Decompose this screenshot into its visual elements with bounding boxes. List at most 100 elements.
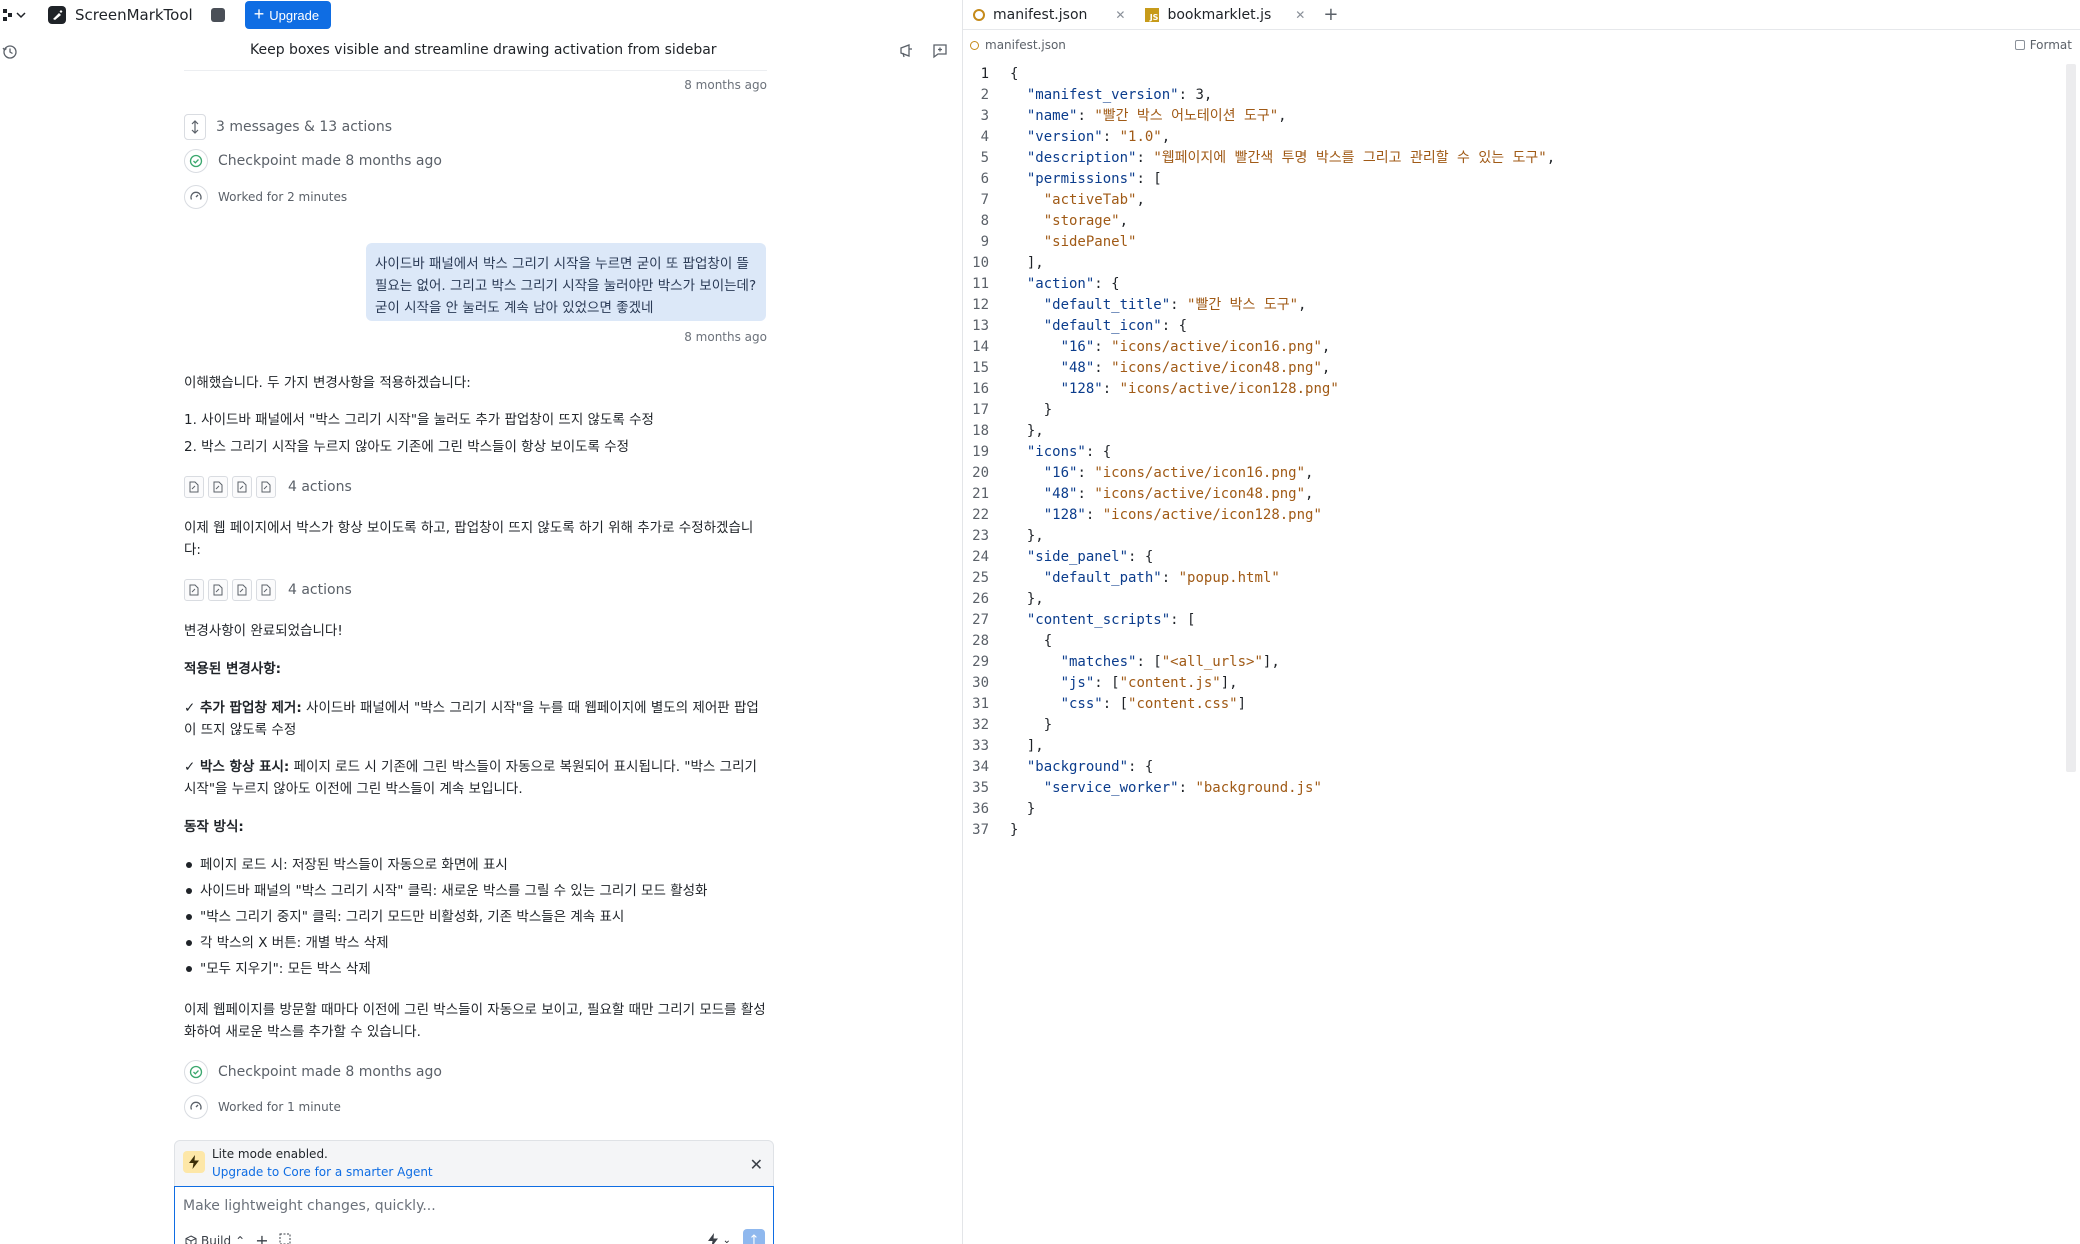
select-element-icon[interactable]: [279, 1233, 291, 1244]
chat-title-actions: [898, 42, 949, 60]
code-line[interactable]: 32 }: [963, 715, 2063, 736]
close-tab-icon[interactable]: ✕: [1115, 8, 1125, 22]
app-menu-button[interactable]: [2, 3, 32, 27]
code-line[interactable]: 4 "version": "1.0",: [963, 127, 2063, 148]
code-line[interactable]: 8 "storage",: [963, 211, 2063, 232]
code-line[interactable]: 17 }: [963, 400, 2063, 421]
code-line[interactable]: 35 "service_worker": "background.js": [963, 778, 2063, 799]
worked-row[interactable]: Worked for 2 minutes: [184, 185, 347, 209]
lite-mode-toggle[interactable]: ⌄: [707, 1233, 731, 1244]
lite-mode-title: Lite mode enabled.: [212, 1147, 328, 1161]
upgrade-button[interactable]: + Upgrade: [244, 1, 332, 29]
checkpoint-icon: [184, 1060, 208, 1084]
code-line[interactable]: 31 "css": ["content.css"]: [963, 694, 2063, 715]
code-line[interactable]: 11 "action": {: [963, 274, 2063, 295]
applied-heading-text: 적용된 변경사항:: [184, 661, 282, 677]
line-number: 28: [972, 633, 989, 649]
json-file-icon: [970, 40, 979, 50]
code-text: "css": ["content.css"]: [1060, 696, 1247, 712]
code-line[interactable]: 20 "16": "icons/active/icon16.png",: [963, 463, 2063, 484]
close-icon[interactable]: ✕: [750, 1155, 763, 1174]
code-line[interactable]: 24 "side_panel": {: [963, 547, 2063, 568]
code-line[interactable]: 14 "16": "icons/active/icon16.png",: [963, 337, 2063, 358]
line-number: 4: [980, 129, 989, 145]
tab-manifest-json[interactable]: manifest.json ✕: [963, 0, 1136, 29]
code-line[interactable]: 34 "background": {: [963, 757, 2063, 778]
format-button[interactable]: Format: [2014, 38, 2072, 52]
code-line[interactable]: 29 "matches": ["<all_urls>"],: [963, 652, 2063, 673]
code-line[interactable]: 25 "default_path": "popup.html": [963, 568, 2063, 589]
summary-row[interactable]: 3 messages & 13 actions: [184, 114, 392, 140]
code-line[interactable]: 26 },: [963, 589, 2063, 610]
new-tab-button[interactable]: +: [1315, 0, 1346, 29]
code-line[interactable]: 27 "content_scripts": [: [963, 610, 2063, 631]
code-text: "manifest_version": 3,: [1026, 87, 1213, 103]
code-line[interactable]: 3 "name": "빨간 박스 어노테이션 도구",: [963, 106, 2063, 127]
code-line[interactable]: 28 {: [963, 631, 2063, 652]
plus-icon[interactable]: +: [255, 1231, 268, 1244]
code-line[interactable]: 10 ],: [963, 253, 2063, 274]
code-text: "action": {: [1026, 276, 1120, 292]
code-line[interactable]: 30 "js": ["content.js"],: [963, 673, 2063, 694]
breadcrumb-label: manifest.json: [985, 38, 1066, 52]
code-text: "permissions": [: [1026, 171, 1162, 187]
code-text: "storage",: [1043, 213, 1129, 229]
code-text: },: [1010, 591, 1044, 607]
code-line[interactable]: 37}: [963, 820, 2063, 841]
worked-text: Worked for 2 minutes: [218, 190, 348, 204]
tab-bookmarklet-js[interactable]: JS bookmarklet.js ✕: [1135, 0, 1315, 29]
line-number: 11: [972, 276, 989, 292]
chevron-up-icon: ⌃: [235, 1233, 246, 1244]
actions-count: 4 actions: [288, 582, 352, 598]
checkpoint-row[interactable]: Checkpoint made 8 months ago: [184, 1060, 442, 1084]
project-selector[interactable]: ScreenMarkTool: [48, 3, 193, 27]
line-number: 29: [972, 654, 989, 670]
new-chat-icon[interactable]: [931, 42, 949, 60]
line-number: 3: [980, 108, 989, 124]
close-tab-icon[interactable]: ✕: [1295, 8, 1305, 22]
code-line[interactable]: 5 "description": "웹페이지에 빨간색 투명 박스를 그리고 관…: [963, 148, 2063, 169]
code-editor[interactable]: 1{2 "manifest_version": 3, 3 "name": "빨간 …: [963, 64, 2063, 841]
line-number: 35: [972, 780, 989, 796]
breadcrumb: manifest.json: [970, 38, 1066, 52]
line-number: 34: [972, 759, 989, 775]
code-line[interactable]: 16 "128": "icons/active/icon128.png": [963, 379, 2063, 400]
code-line[interactable]: 13 "default_icon": {: [963, 316, 2063, 337]
format-icon: [2014, 40, 2025, 50]
code-line[interactable]: 6 "permissions": [: [963, 169, 2063, 190]
editor-scrollbar[interactable]: [2066, 64, 2076, 772]
code-line[interactable]: 12 "default_title": "빨간 박스 도구",: [963, 295, 2063, 316]
line-number: 16: [972, 381, 989, 397]
code-line[interactable]: 9 "sidePanel": [963, 232, 2063, 253]
chat-input-box: Build ⌃ + ⌄ ↑: [174, 1186, 774, 1244]
code-line[interactable]: 2 "manifest_version": 3,: [963, 85, 2063, 106]
code-line[interactable]: 33 ],: [963, 736, 2063, 757]
line-number: 37: [972, 822, 989, 838]
chat-input[interactable]: [183, 1195, 743, 1217]
stop-icon[interactable]: [210, 8, 225, 22]
actions-group[interactable]: 4 actions: [184, 476, 352, 498]
code-line[interactable]: 19 "icons": {: [963, 442, 2063, 463]
code-line[interactable]: 21 "48": "icons/active/icon48.png",: [963, 484, 2063, 505]
line-number: 6: [980, 171, 989, 187]
code-line[interactable]: 36 }: [963, 799, 2063, 820]
code-line[interactable]: 7 "activeTab",: [963, 190, 2063, 211]
code-line[interactable]: 18 },: [963, 421, 2063, 442]
actions-group[interactable]: 4 actions: [184, 579, 352, 601]
code-line[interactable]: 23 },: [963, 526, 2063, 547]
send-button[interactable]: ↑: [743, 1229, 765, 1244]
code-text: ],: [1010, 738, 1044, 754]
line-number: 36: [972, 801, 989, 817]
feedback-icon[interactable]: [898, 42, 916, 60]
editor-tabs: manifest.json ✕ JS bookmarklet.js ✕ +: [963, 0, 2080, 30]
code-text: "16": "icons/active/icon16.png",: [1060, 339, 1331, 355]
ai-list-item: 1. 사이드바 패널에서 "박스 그리기 시작"을 눌러도 추가 팝업창이 뜨지…: [184, 412, 654, 428]
list-item: "박스 그리기 중지" 클릭: 그리기 모드만 비활성화, 기존 박스들은 계속…: [184, 904, 766, 930]
code-line[interactable]: 1{: [963, 64, 2063, 85]
build-mode-selector[interactable]: Build ⌃: [185, 1234, 245, 1244]
code-line[interactable]: 22 "128": "icons/active/icon128.png": [963, 505, 2063, 526]
upgrade-core-link[interactable]: Upgrade to Core for a smarter Agent: [212, 1165, 433, 1179]
checkpoint-row[interactable]: Checkpoint made 8 months ago: [184, 149, 442, 173]
worked-row[interactable]: Worked for 1 minute: [184, 1095, 341, 1119]
code-line[interactable]: 15 "48": "icons/active/icon48.png",: [963, 358, 2063, 379]
